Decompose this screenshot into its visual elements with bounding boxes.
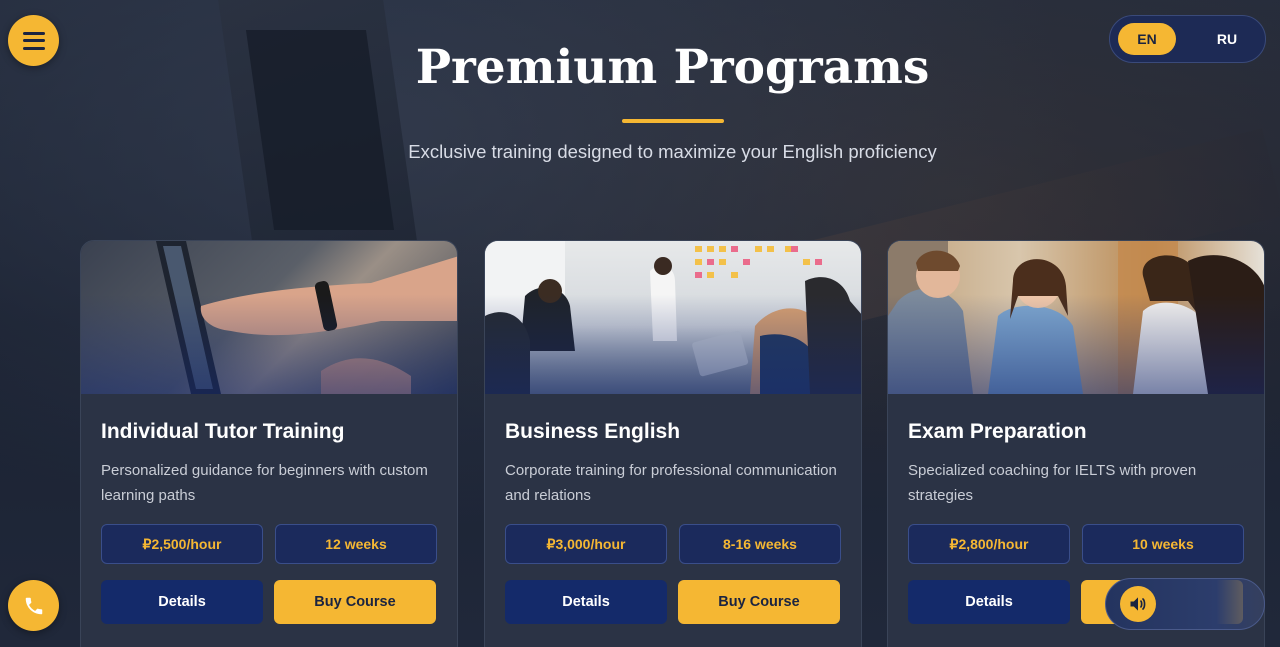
price-badge: ₽2,800/hour [908, 524, 1070, 564]
speaker-icon[interactable] [1120, 586, 1156, 622]
page-title: Premium Programs [415, 40, 930, 95]
price-badge: ₽2,500/hour [101, 524, 263, 564]
program-description: Corporate training for professional comm… [505, 462, 837, 504]
details-button[interactable]: Details [908, 580, 1070, 624]
page-subtitle: Exclusive training designed to maximize … [408, 141, 937, 162]
duration-badge: 8-16 weeks [679, 524, 841, 564]
program-card: Business English Corporate training for … [484, 240, 862, 647]
title-underline [622, 119, 724, 123]
duration-badge: 10 weeks [1082, 524, 1244, 564]
buy-course-button[interactable]: Buy Course [678, 580, 840, 624]
phone-button[interactable] [8, 580, 59, 631]
program-image-exam [888, 241, 1264, 394]
price-badge: ₽3,000/hour [505, 524, 667, 564]
audio-player[interactable] [1105, 578, 1265, 630]
program-description: Personalized guidance for beginners with… [101, 462, 428, 504]
program-description: Specialized coaching for IELTS with prov… [908, 462, 1197, 504]
details-button[interactable]: Details [101, 580, 263, 624]
program-title: Individual Tutor Training [101, 420, 345, 443]
program-image-business [485, 241, 861, 394]
program-title: Business English [505, 420, 681, 443]
program-image-tutor [81, 241, 457, 394]
buy-course-button[interactable]: Buy Course [274, 580, 436, 624]
phone-icon [25, 597, 42, 614]
program-card: Individual Tutor Training Personalized g… [80, 240, 458, 647]
details-button[interactable]: Details [505, 580, 667, 624]
duration-badge: 12 weeks [275, 524, 437, 564]
program-title: Exam Preparation [908, 420, 1087, 443]
